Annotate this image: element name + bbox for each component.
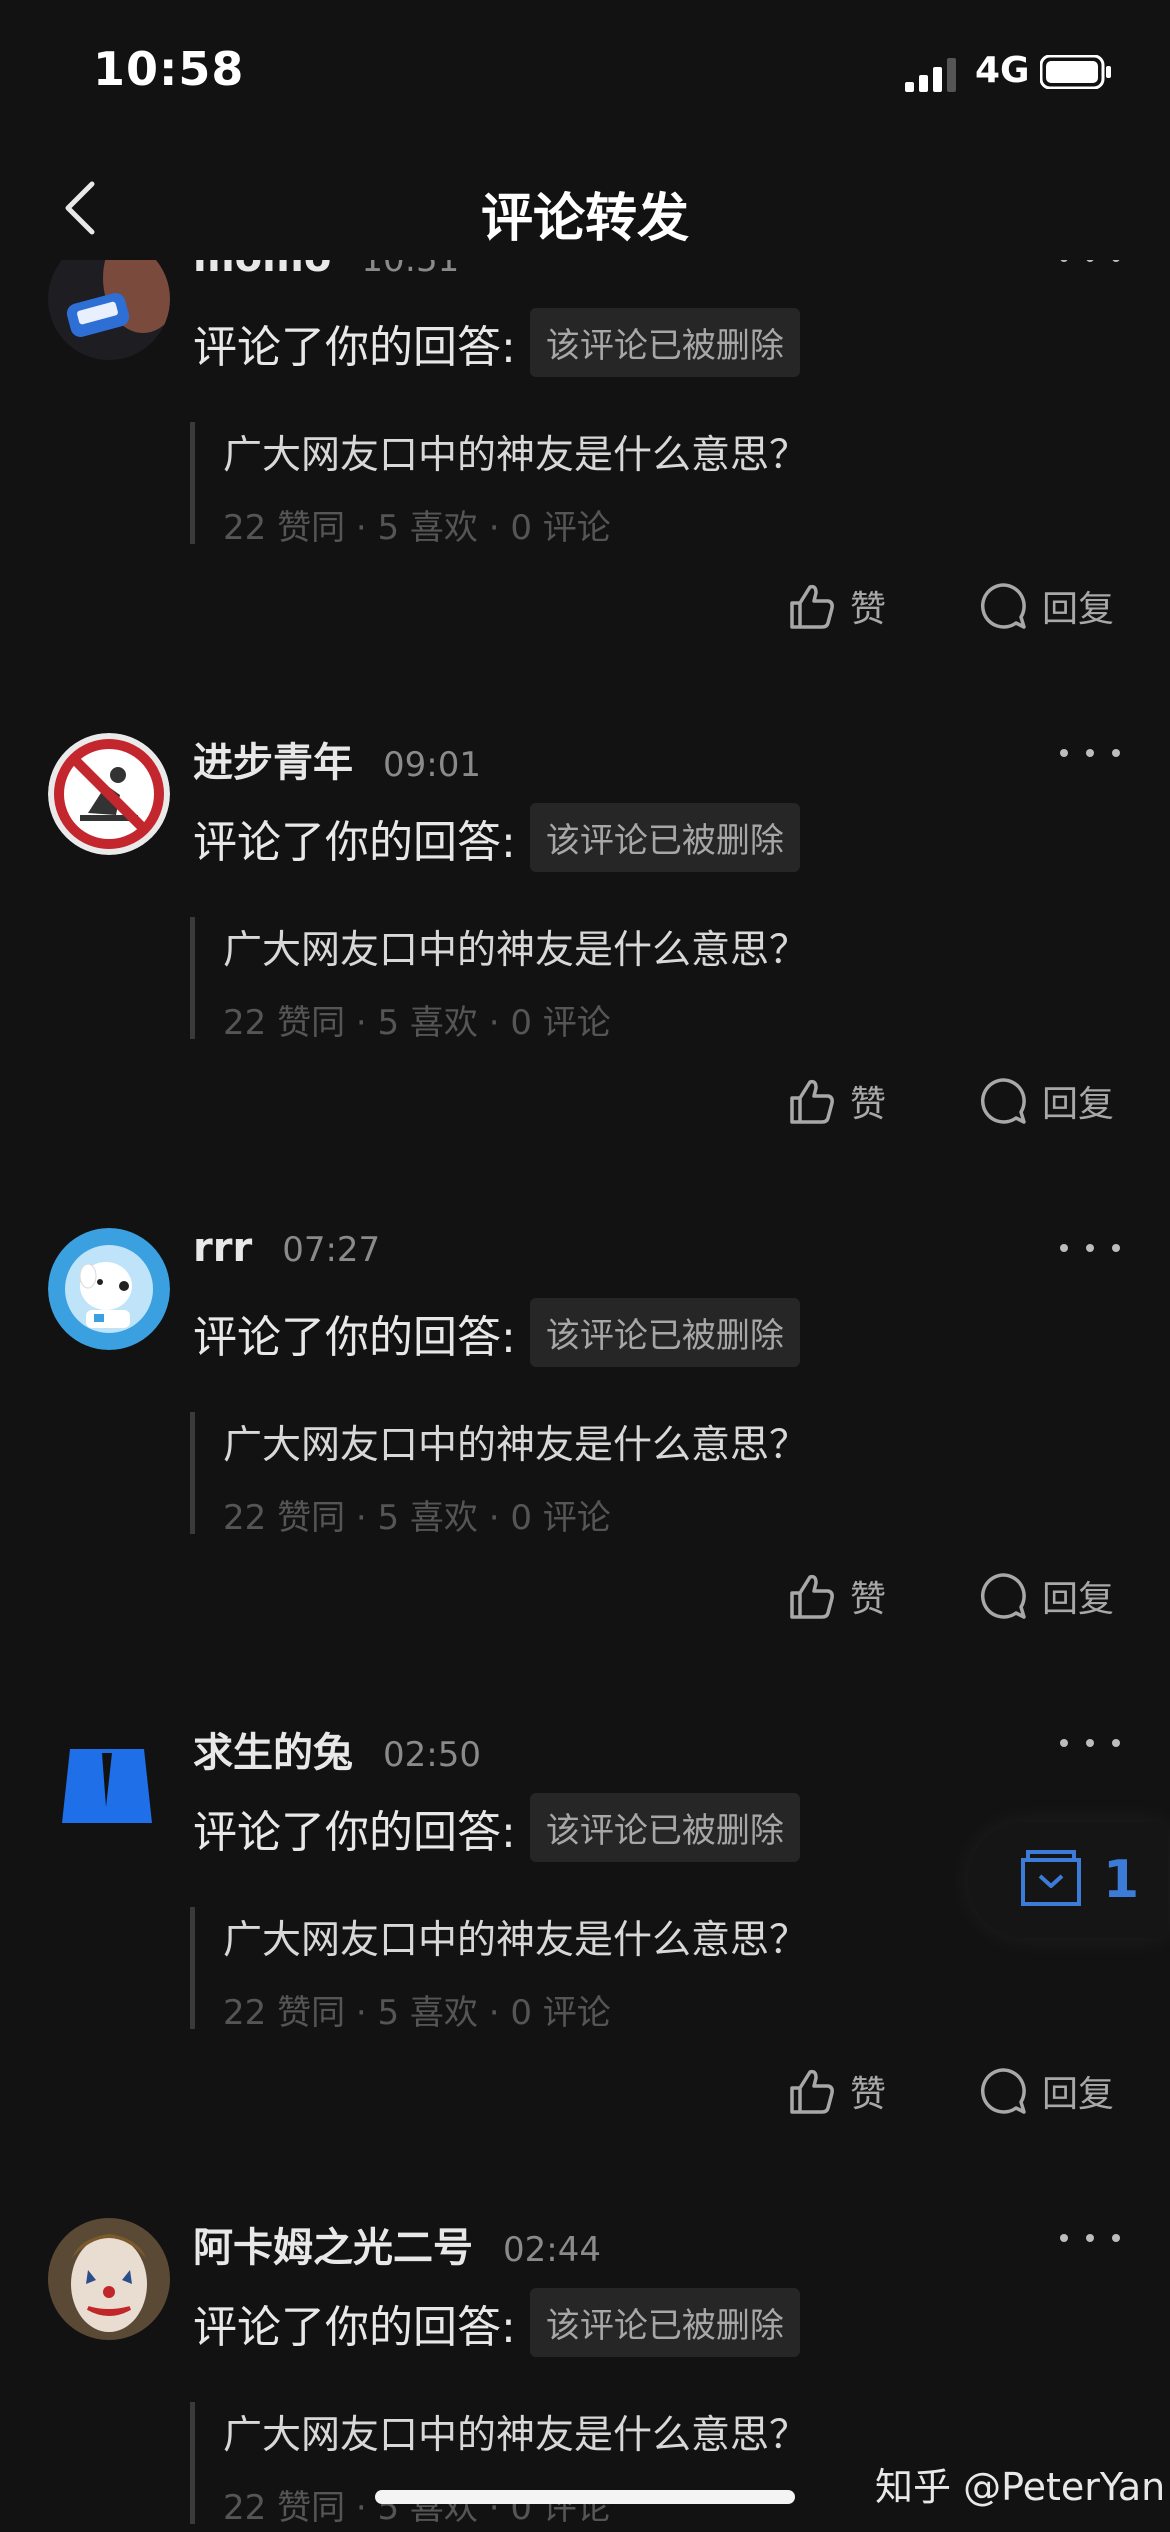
quoted-answer-title[interactable]: 广大网友口中的神友是什么意思？	[223, 1414, 808, 1470]
home-indicator[interactable]	[375, 2490, 795, 2504]
archive-count: 1	[1103, 1850, 1140, 1910]
deleted-comment-chip: 该评论已被删除	[529, 1298, 800, 1367]
timestamp: 09:01	[383, 745, 481, 785]
timestamp: 07:27	[282, 1230, 381, 1270]
action-text: 评论了你的回答:	[193, 1311, 516, 1363]
joker-avatar[interactable]	[48, 2218, 170, 2340]
user-name[interactable]: 进步青年	[193, 730, 353, 788]
action-line: 评论了你的回答: 该评论已被删除	[193, 1298, 800, 1367]
notification-item[interactable]: rrr 07:27 评论了你的回答: 该评论已被删除 广大网友口中的神友是什么意…	[0, 985, 1170, 1620]
battery-icon	[1040, 55, 1111, 89]
deleted-comment-chip: 该评论已被删除	[529, 803, 800, 872]
user-name[interactable]: rrr	[193, 1225, 252, 1271]
signal-icon	[905, 58, 956, 92]
action-text: 评论了你的回答:	[193, 816, 516, 868]
bottle-photo-avatar[interactable]	[48, 260, 170, 360]
name-row: 求生的兔 02:50	[193, 1720, 481, 1780]
action-line: 评论了你的回答: 该评论已被删除	[193, 1793, 800, 1862]
nav-bar: 评论转发	[0, 150, 1170, 260]
action-text: 评论了你的回答:	[193, 1806, 516, 1858]
archive-box-icon	[1021, 1850, 1081, 1906]
quoted-answer-title[interactable]: 广大网友口中的神友是什么意思？	[223, 919, 808, 975]
more-options-icon[interactable]	[1060, 1233, 1120, 1263]
name-row: 阿卡姆之光二号 02:44	[193, 2215, 601, 2275]
notification-feed[interactable]: momo 10:51 评论了你的回答: 该评论已被删除 广大网友口中的神友是什么…	[0, 260, 1170, 2532]
name-row: momo 10:51	[193, 260, 459, 295]
more-options-icon[interactable]	[1060, 1728, 1120, 1758]
deleted-comment-chip: 该评论已被删除	[529, 1793, 800, 1862]
action-line: 评论了你的回答: 该评论已被删除	[193, 308, 800, 377]
notification-item[interactable]: 阿卡姆之光二号 02:44 评论了你的回答: 该评论已被删除 广大网友口中的神友…	[0, 1975, 1170, 2528]
quoted-answer[interactable]: 广大网友口中的神友是什么意思？ 22 赞同 · 5 喜欢 · 0 评论	[190, 2402, 808, 2528]
status-bar: 10:58 4G	[0, 0, 1170, 150]
notification-item[interactable]: momo 10:51 评论了你的回答: 该评论已被删除 广大网友口中的神友是什么…	[0, 260, 1170, 630]
page-title: 评论转发	[480, 189, 689, 249]
more-options-icon[interactable]	[1060, 738, 1120, 768]
user-name[interactable]: momo	[193, 260, 331, 281]
more-options-icon[interactable]	[1060, 260, 1120, 273]
quoted-answer-title[interactable]: 广大网友口中的神友是什么意思？	[223, 424, 808, 480]
name-row: 进步青年 09:01	[193, 730, 481, 790]
user-name[interactable]: 求生的兔	[193, 1720, 353, 1778]
astronaut-dog-avatar[interactable]	[48, 1228, 170, 1350]
notification-item[interactable]: 进步青年 09:01 评论了你的回答: 该评论已被删除 广大网友口中的神友是什么…	[0, 490, 1170, 1125]
action-line: 评论了你的回答: 该评论已被删除	[193, 2288, 800, 2357]
quoted-answer-title[interactable]: 广大网友口中的神友是什么意思？	[223, 2404, 808, 2460]
watermark: 知乎 @PeterYan	[875, 2465, 1166, 2509]
network-type: 4G	[975, 50, 1030, 91]
status-time: 10:58	[93, 42, 245, 96]
timestamp: 10:51	[361, 260, 460, 280]
timestamp: 02:44	[503, 2230, 601, 2270]
action-line: 评论了你的回答: 该评论已被删除	[193, 803, 800, 872]
no-kneeling-sign-avatar[interactable]	[48, 733, 170, 855]
user-name[interactable]: 阿卡姆之光二号	[193, 2215, 473, 2273]
action-text: 评论了你的回答:	[193, 321, 516, 373]
blue-trapezoid-avatar[interactable]	[48, 1723, 170, 1845]
name-row: rrr 07:27	[193, 1225, 380, 1285]
timestamp: 02:50	[383, 1735, 481, 1775]
quoted-answer-stats: 22 赞同 · 5 喜欢 · 0 评论	[223, 2488, 611, 2528]
more-options-icon[interactable]	[1060, 2223, 1120, 2253]
deleted-comment-chip: 该评论已被删除	[529, 308, 800, 377]
action-text: 评论了你的回答:	[193, 2301, 516, 2353]
deleted-comment-chip: 该评论已被删除	[529, 2288, 800, 2357]
quoted-answer-title[interactable]: 广大网友口中的神友是什么意思？	[223, 1909, 808, 1965]
floating-archive-badge[interactable]: 1	[968, 1822, 1168, 1938]
